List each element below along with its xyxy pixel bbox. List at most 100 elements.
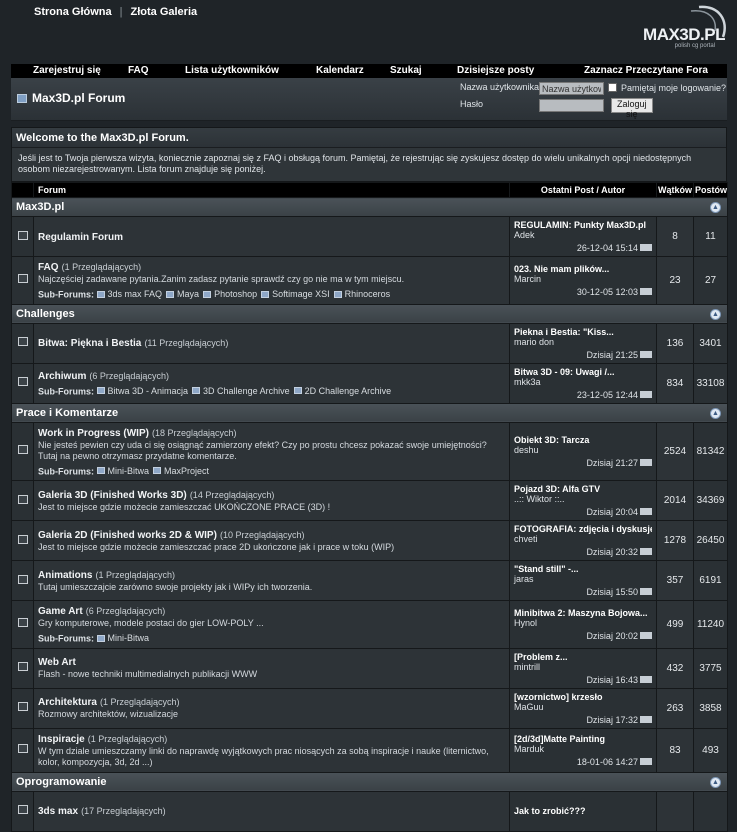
subforum-link[interactable]: Photoshop [203,289,257,299]
nav-todays-posts[interactable]: Dzisiejsze posty [457,65,534,76]
password-input[interactable] [539,99,604,112]
forum-name[interactable]: Bitwa: Piękna i Bestia [38,338,141,349]
subforum-link[interactable]: Mini-Bitwa [96,633,149,643]
forum-name[interactable]: FAQ [38,262,59,273]
last-post-title[interactable]: Minibitwa 2: Maszyna Bojowa... [514,608,652,618]
last-post-author[interactable]: mario don [514,337,652,347]
go-to-last-post-icon[interactable] [640,588,652,595]
subforum-link[interactable]: MaxProject [153,466,209,476]
folder-icon [17,230,28,240]
category-name[interactable]: Prace i Komentarze [16,407,118,419]
go-to-last-post-icon[interactable] [640,287,652,295]
link-gallery[interactable]: Złota Galeria [130,6,197,18]
subforum-link[interactable]: 3ds max FAQ [96,289,162,299]
subforum-link[interactable]: Mini-Bitwa [96,466,149,476]
go-to-last-post-icon[interactable] [640,715,652,723]
last-post-date: Dzisiaj 20:32 [514,547,652,557]
folder-icon [17,805,28,814]
last-post-author[interactable]: chveti [514,534,652,544]
go-to-last-post-icon[interactable] [640,508,652,515]
forum-name[interactable]: Regulamin Forum [38,232,123,243]
last-post-title[interactable]: REGULAMIN: Punkty Max3D.pl [514,220,652,230]
password-label: Hasło [460,99,484,109]
nav-mark-read[interactable]: Zaznacz Przeczytane Fora [584,65,708,76]
category-name[interactable]: Oprogramowanie [16,776,106,788]
thread-count [656,790,694,832]
forum-name[interactable]: Web Art [38,657,76,668]
forum-viewers: (1 Przeglądających) [99,697,180,707]
go-to-last-post-icon[interactable] [640,390,652,398]
nav-search[interactable]: Szukaj [390,65,422,76]
subforum-icon [96,290,105,298]
last-post-title[interactable]: [wzornictwo] krzesło [514,692,652,702]
forum-name[interactable]: Animations [38,570,92,581]
thread-count: 357 [656,560,694,601]
last-post-title[interactable]: FOTOGRAFIA: zdjęcia i dyskusje [514,524,652,534]
forum-title[interactable]: Max3D.pl Forum [17,91,125,105]
link-home[interactable]: Strona Główna [34,6,112,18]
collapse-icon[interactable]: ▲ [710,407,721,419]
subforum-icon [261,290,270,298]
go-to-last-post-icon[interactable] [640,757,652,765]
last-post-author[interactable]: deshu [514,445,652,455]
last-post-title[interactable]: Jak to zrobić??? [514,806,652,816]
forum-name[interactable]: Architektura [38,697,97,708]
subforum-link[interactable]: Maya [166,289,199,299]
category-name[interactable]: Max3D.pl [16,201,64,213]
collapse-icon[interactable]: ▲ [710,308,721,320]
go-to-last-post-icon[interactable] [640,675,652,683]
last-post-author[interactable]: mkk3a [514,377,652,387]
site-logo[interactable]: MAX3D.PL polish cg portal [629,3,727,51]
folder-icon [17,445,28,455]
last-post-title[interactable]: Bitwa 3D - 09: Uwagi /... [514,367,652,377]
go-to-last-post-icon[interactable] [640,350,652,358]
col-threads: Wątków [656,182,694,198]
go-to-last-post-icon[interactable] [640,458,652,466]
last-post-title[interactable]: [2d/3d]Matte Painting [514,734,652,744]
last-post-author[interactable]: MaGuu [514,702,652,712]
post-count: 493 [693,727,728,773]
login-button[interactable]: Zaloguj się [611,98,653,119]
forum-name[interactable]: Inspiracje [38,734,85,745]
subforums-label: Sub-Forums: [38,466,94,476]
forum-name[interactable]: Work in Progress (WIP) [38,428,149,439]
last-post-title[interactable]: Piekna i Bestia: "Kiss... [514,327,652,337]
category-name[interactable]: Challenges [16,308,75,320]
last-post-title[interactable]: [Problem z... [514,652,652,662]
last-post-author[interactable]: mintrill [514,662,652,672]
collapse-icon[interactable]: ▲ [710,202,721,213]
last-post-author[interactable]: Hynol [514,618,652,628]
nav-calendar[interactable]: Kalendarz [316,65,364,76]
go-to-last-post-icon[interactable] [640,548,652,555]
forum-name[interactable]: Archiwum [38,371,86,382]
last-post-author[interactable]: Marduk [514,744,652,754]
last-post-author[interactable]: Adek [514,230,652,240]
forum-name[interactable]: 3ds max [38,806,78,817]
collapse-icon[interactable]: ▲ [710,776,721,788]
forum-name[interactable]: Galeria 3D (Finished Works 3D) [38,490,187,501]
last-post-title[interactable]: "Stand still" -... [514,564,652,574]
subforum-link[interactable]: Bitwa 3D - Animacja [96,386,188,396]
login-bar: Max3D.pl Forum Nazwa użytkownika Pamięta… [11,78,727,121]
nav-register[interactable]: Zarejestruj się [33,65,101,76]
last-post-author[interactable]: jaras [514,574,652,584]
subforum-link[interactable]: Softimage XSI [261,289,330,299]
forum-name[interactable]: Galeria 2D (Finished works 2D & WIP) [38,530,217,541]
go-to-last-post-icon[interactable] [640,631,652,639]
remember-checkbox[interactable] [608,83,617,92]
username-input[interactable] [539,82,604,95]
nav-faq[interactable]: FAQ [128,65,149,76]
go-to-last-post-icon[interactable] [640,244,652,251]
last-post-title[interactable]: Obiekt 3D: Tarcza [514,435,652,445]
forum-name[interactable]: Game Art [38,606,83,617]
last-post-title[interactable]: 023. Nie mam plików... [514,264,652,274]
subforum-link[interactable]: Rhinoceros [333,289,390,299]
last-post-author[interactable]: ..:: Wiktor ::.. [514,494,652,504]
last-post-author[interactable]: Marcin [514,274,652,284]
subforum-link[interactable]: 3D Challenge Archive [192,386,290,396]
last-post-title[interactable]: Pojazd 3D: Alfa GTV [514,484,652,494]
nav-members[interactable]: Lista użytkowników [185,65,279,76]
subforum-link[interactable]: 2D Challenge Archive [293,386,391,396]
forum-row: 3ds max (17 Przeglądających) Jak to zrobi… [11,790,728,832]
forum-viewers: (17 Przeglądających) [81,806,166,816]
